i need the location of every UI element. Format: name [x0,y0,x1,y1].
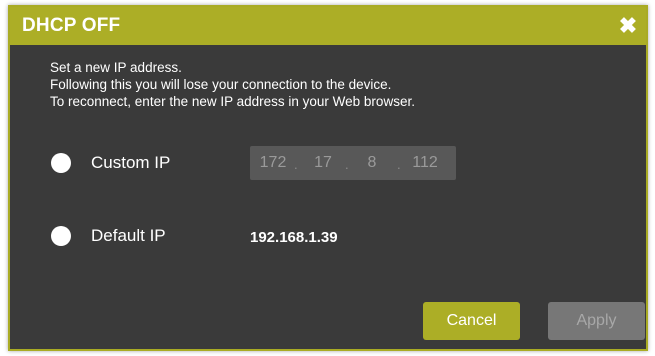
message-line-1: Set a new IP address. [50,60,182,75]
default-ip-radio[interactable] [51,226,71,246]
message-line-3: To reconnect, enter the new IP address i… [50,94,415,109]
custom-ip-input[interactable]: 172 . 17 . 8 . 112 [250,146,456,180]
ip-separator: . [294,157,298,172]
ip-octet-1[interactable]: 172 [256,154,290,172]
dialog-message: Set a new IP address. Following this you… [50,59,415,110]
ip-octet-2[interactable]: 17 [308,154,338,172]
message-line-2: Following this you will lose your connec… [50,77,392,92]
dhcp-off-dialog: DHCP OFF ✖ Set a new IP address. Followi… [8,5,648,351]
apply-button[interactable]: Apply [548,302,645,340]
custom-ip-radio[interactable] [51,153,71,173]
cancel-button[interactable]: Cancel [423,302,520,340]
dialog-title: DHCP OFF [22,15,121,36]
custom-ip-label[interactable]: Custom IP [91,153,170,173]
ip-octet-3[interactable]: 8 [358,154,386,172]
ip-octet-4[interactable]: 112 [408,154,442,172]
dialog-titlebar: DHCP OFF ✖ [10,7,646,45]
ip-separator: . [345,157,349,172]
default-ip-label[interactable]: Default IP [91,226,166,246]
default-ip-value: 192.168.1.39 [250,229,338,246]
close-icon[interactable]: ✖ [618,15,638,37]
ip-separator: . [397,157,401,172]
